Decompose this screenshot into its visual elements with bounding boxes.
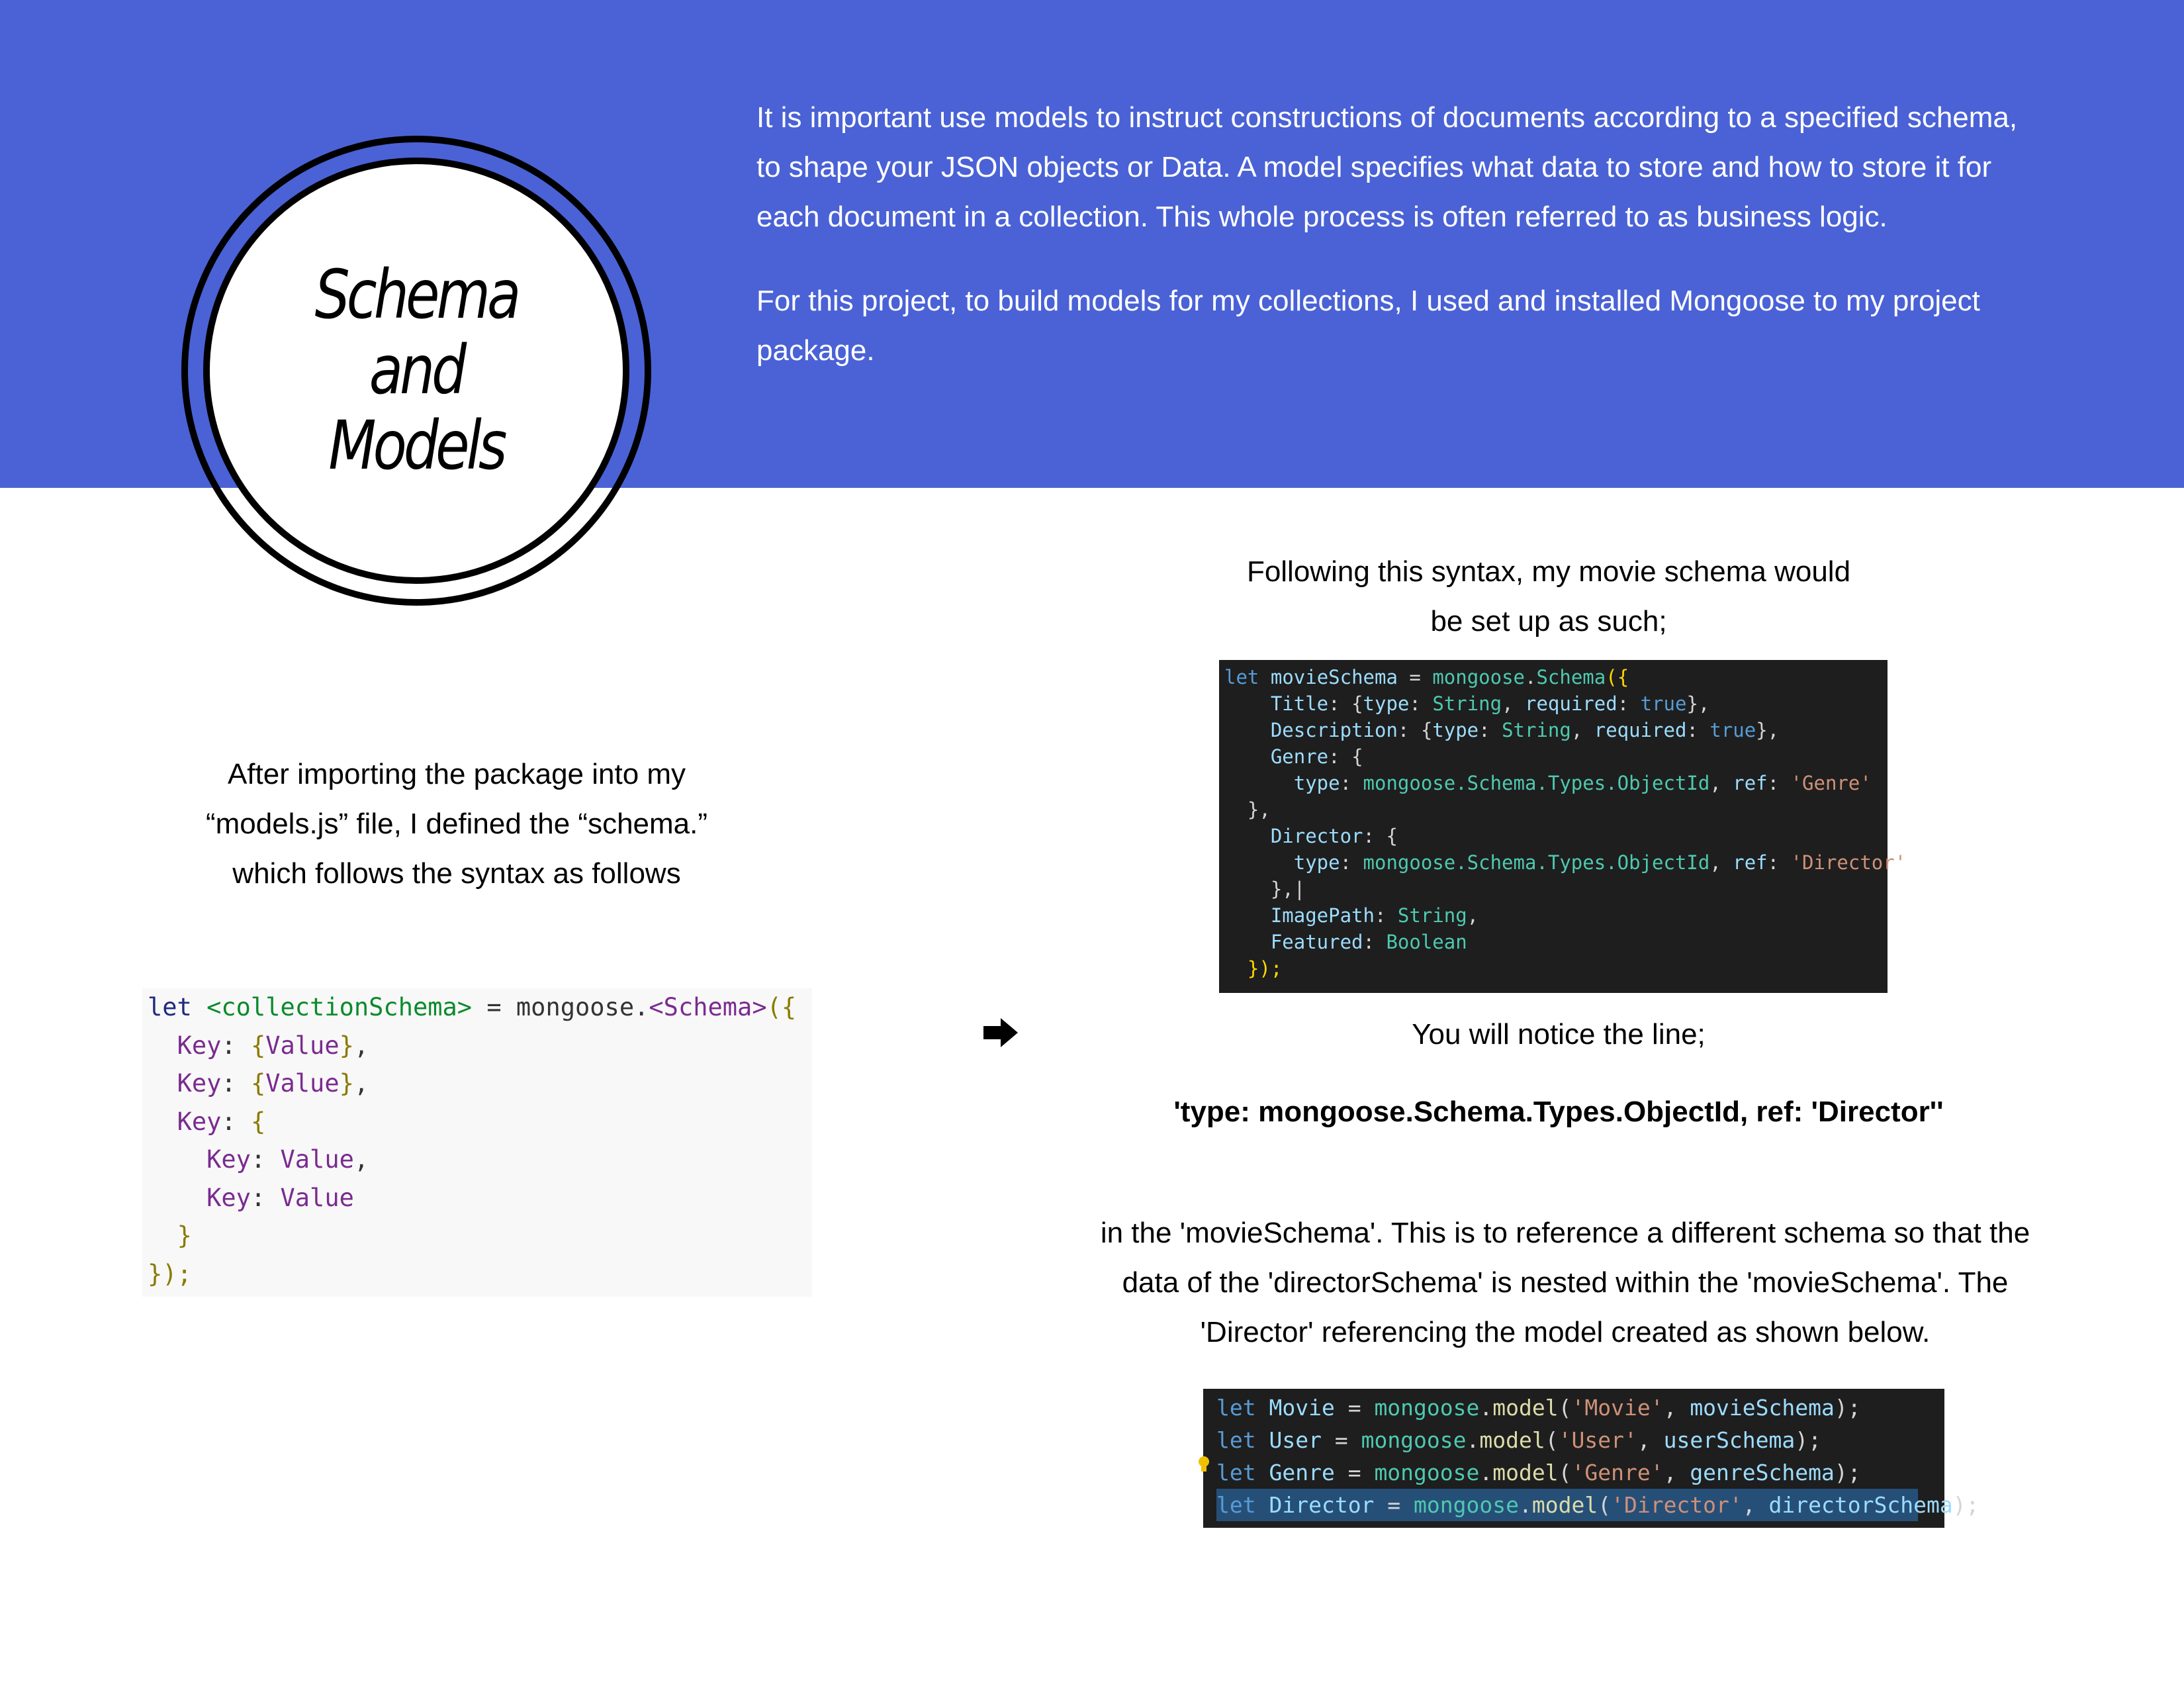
explanation-text: in the 'movieSchema'. This is to referen… (1100, 1217, 2030, 1348)
lightbulb-icon (1199, 1456, 1209, 1472)
code-line: let Genre = mongoose.model('Genre', genr… (1216, 1460, 1861, 1485)
title-badge: Schema and Models (203, 158, 629, 584)
code-line: let User = mongoose.model('User', userSc… (1216, 1427, 1822, 1453)
notice-text: You will notice the line; (1412, 1018, 1706, 1051)
right-arrow-icon (983, 1018, 1018, 1047)
right-caption: Following this syntax, my movie schema w… (1246, 555, 1851, 637)
code-line-highlighted: let Director = mongoose.model('Director'… (1216, 1489, 1979, 1521)
generic-schema-code: let <collectionSchema> = mongoose.<Schem… (142, 988, 812, 1297)
intro-paragraph-1: It is important use models to instruct c… (756, 101, 2018, 233)
models-code: let Movie = mongoose.model('Movie', movi… (1203, 1389, 1979, 1528)
page-title: Schema and Models (314, 256, 522, 485)
highlighted-code-line: 'type: mongoose.Schema.Types.ObjectId, r… (1173, 1096, 1944, 1128)
intro-text: It is important use models to instruct c… (756, 93, 2027, 410)
code-line: let Movie = mongoose.model('Movie', movi… (1216, 1395, 1861, 1421)
intro-paragraph-2: For this project, to build models for my… (756, 285, 1980, 367)
code-line: let <collectionSchema> = mongoose.<Schem… (148, 993, 797, 1021)
left-caption: After importing the package into my “mod… (205, 758, 708, 890)
movie-schema-code: let movieSchema = mongoose.Schema({ Titl… (1219, 660, 1906, 993)
